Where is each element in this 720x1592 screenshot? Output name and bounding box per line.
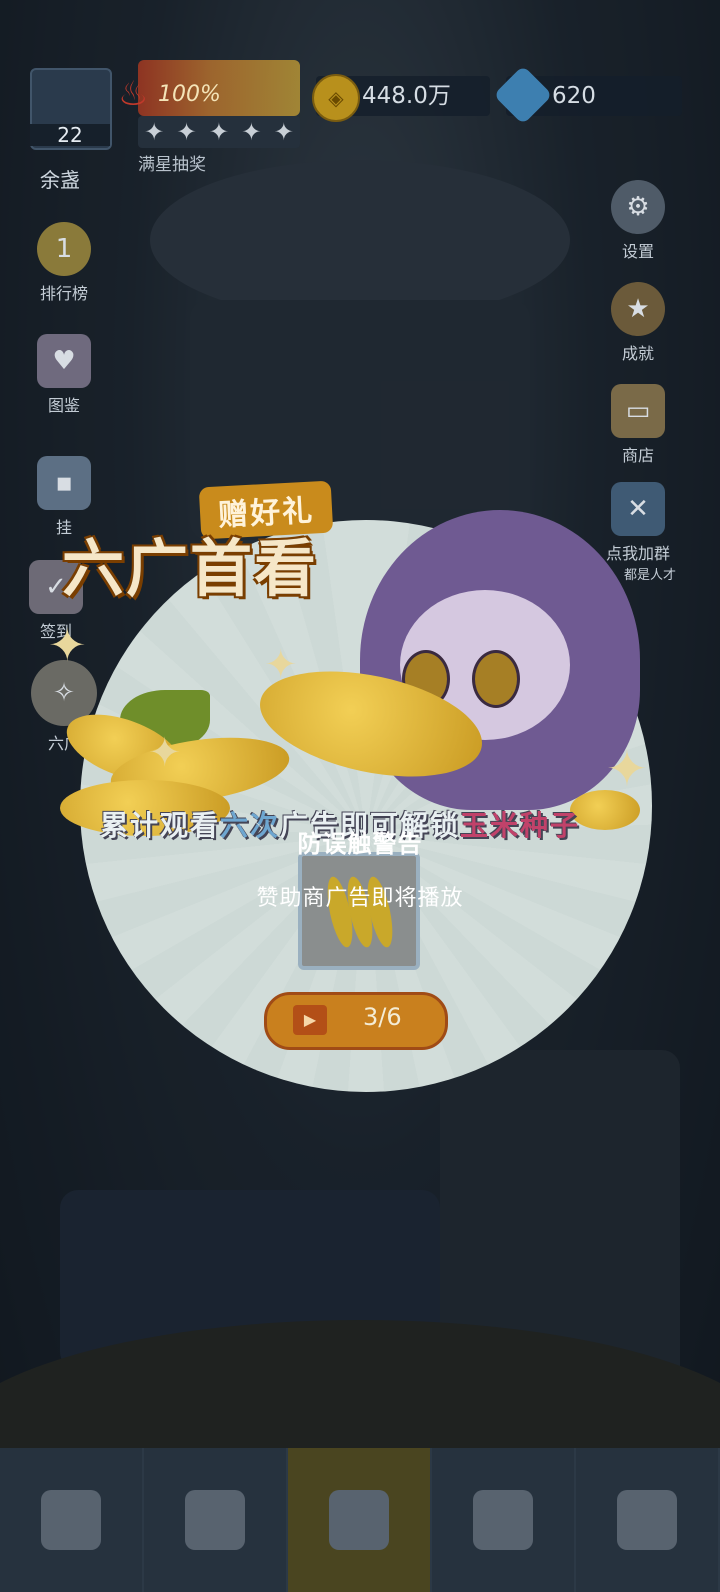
achievements-button[interactable]: ★ 成就: [598, 282, 678, 364]
character-eye: [472, 650, 520, 708]
badge-icon: ★: [611, 282, 665, 336]
shop-button[interactable]: ▭ 商店: [598, 384, 678, 466]
collection-label: 图鉴: [47, 396, 80, 415]
sparkle-icon: ✦: [48, 618, 87, 672]
player-name: 余盏: [40, 168, 80, 192]
star-icon: ✦: [273, 118, 294, 146]
settings-button[interactable]: ⚙ 设置: [598, 180, 678, 262]
shop-label: 商店: [621, 446, 654, 465]
video-play-icon: ▶: [293, 1005, 327, 1035]
star-reward-label: 满星抽奖: [138, 155, 206, 175]
bottom-nav: [0, 1448, 720, 1592]
book-icon: ♥: [37, 334, 91, 388]
flame-icon: ♨: [118, 74, 149, 114]
star-icon: ✦: [241, 118, 262, 146]
nav-tab-1[interactable]: [0, 1448, 144, 1592]
star-row: ✦ ✦ ✦ ✦ ✦: [138, 116, 300, 148]
collection-button[interactable]: ♥ 图鉴: [24, 334, 104, 416]
gem-value: 620: [552, 83, 596, 109]
warning-title: 防误触警告: [297, 830, 423, 858]
star-icon: ✦: [208, 118, 230, 146]
nav-icon: [617, 1490, 677, 1550]
basket-icon: ▭: [611, 384, 665, 438]
sparkle-icon: ✦: [606, 740, 648, 798]
nav-icon: [329, 1490, 389, 1550]
coin-icon: ◈: [312, 74, 360, 122]
sparkle-icon: ✦: [148, 730, 182, 776]
gem-counter[interactable]: 620: [493, 65, 682, 125]
nav-icon: [41, 1490, 101, 1550]
coin-counter[interactable]: ◈ 448.0万: [312, 74, 490, 122]
nav-icon: [473, 1490, 533, 1550]
progress-text: 100%: [158, 82, 221, 107]
settings-label: 设置: [621, 242, 654, 261]
leaderboard-label: 排行榜: [39, 284, 88, 303]
star-icon: ✦: [144, 118, 165, 146]
popup-title: 六广首看: [62, 532, 319, 605]
nav-tab-5[interactable]: [576, 1448, 720, 1592]
star-icon: ✦: [176, 118, 197, 146]
robot-icon: ▪: [37, 456, 91, 510]
ad-progress: 3/6: [363, 1003, 402, 1031]
medal-icon: 1: [37, 222, 91, 276]
nav-tab-2[interactable]: [144, 1448, 288, 1592]
player-level: 22: [30, 124, 110, 146]
nav-tab-4[interactable]: [432, 1448, 576, 1592]
leaderboard-button[interactable]: 1 排行榜: [24, 222, 104, 304]
nav-icon: [185, 1490, 245, 1550]
coin-value: 448.0万: [362, 83, 451, 109]
nav-tab-3[interactable]: [288, 1448, 432, 1592]
achievements-label: 成就: [621, 344, 654, 363]
sparkle-icon: ✦: [264, 642, 298, 688]
gear-icon: ⚙: [611, 180, 665, 234]
star-reward-panel[interactable]: ♨ 100% ✦ ✦ ✦ ✦ ✦: [118, 52, 302, 148]
watch-ad-button[interactable]: ▶ 3/6: [264, 992, 448, 1050]
warning-subtitle: 赞助商广告即将播放: [256, 886, 464, 911]
